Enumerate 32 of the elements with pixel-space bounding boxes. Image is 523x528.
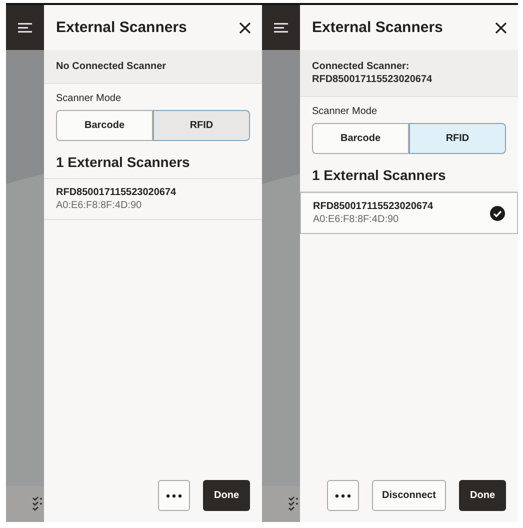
checklist-icon: [32, 496, 42, 512]
done-button[interactable]: Done: [459, 480, 506, 511]
checklist-icon: [288, 496, 298, 512]
mode-tab[interactable]: Barcode: [56, 110, 153, 141]
more-button[interactable]: [158, 480, 190, 511]
done-button[interactable]: Done: [203, 480, 250, 511]
panel-title: External Scanners: [56, 19, 187, 36]
scanner-name: RFD850017115523020674: [313, 201, 434, 212]
more-button[interactable]: [327, 480, 359, 511]
mode-label: Scanner Mode: [56, 93, 122, 104]
scanner-item[interactable]: RFD850017115523020674 A0:E6:F8:8F:4D:90: [300, 192, 518, 234]
connection-status: No Connected Scanner: [56, 61, 168, 72]
connection-status: Connected Scanner:: [312, 61, 410, 72]
disconnect-button[interactable]: Disconnect: [372, 480, 446, 511]
mode-label: Scanner Mode: [312, 106, 378, 117]
more-icon: [166, 494, 182, 498]
mode-tab[interactable]: RFID: [409, 123, 506, 154]
menu-icon[interactable]: [18, 22, 32, 32]
scanner-address: A0:E6:F8:8F:4D:90: [56, 200, 143, 211]
close-icon[interactable]: [239, 22, 251, 34]
mode-tab[interactable]: Barcode: [312, 123, 409, 154]
close-icon[interactable]: [495, 22, 507, 34]
scanner-name: RFD850017115523020674: [56, 187, 176, 198]
connection-status: RFD850017115523020674: [312, 74, 434, 85]
list-heading: 1 External Scanners: [312, 167, 447, 183]
list-heading: 1 External Scanners: [56, 154, 191, 170]
menu-icon[interactable]: [274, 22, 288, 32]
mode-tab[interactable]: RFID: [153, 110, 250, 141]
panel-title: External Scanners: [312, 19, 443, 36]
check-icon: [490, 206, 505, 220]
more-icon: [335, 494, 351, 498]
scanner-address: A0:E6:F8:8F:4D:90: [313, 214, 400, 225]
